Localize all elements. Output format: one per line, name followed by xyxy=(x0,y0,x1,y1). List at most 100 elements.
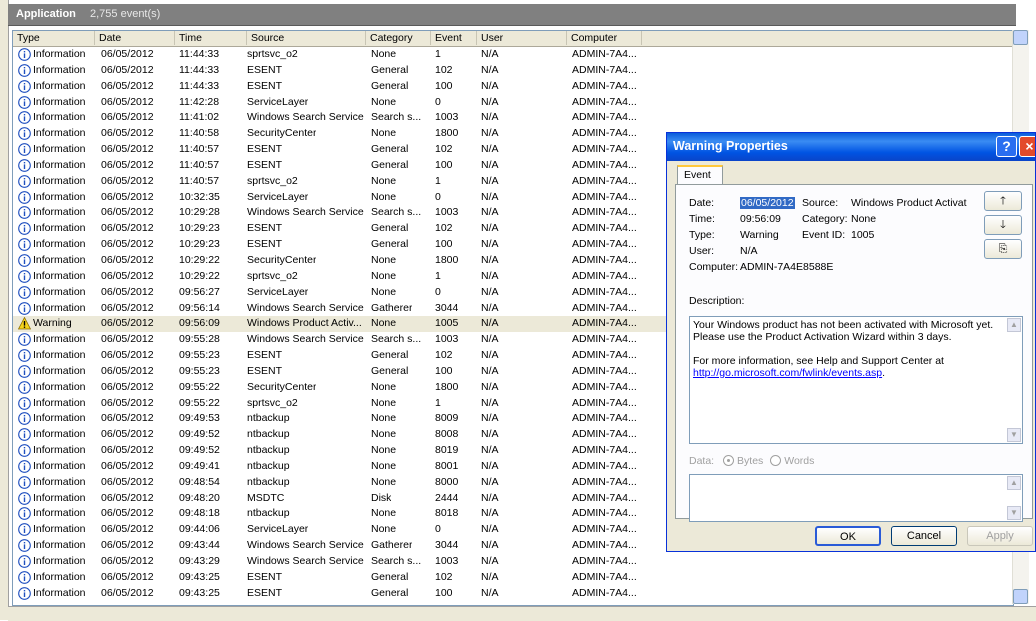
cell-date: 06/05/2012 xyxy=(101,269,154,282)
info-icon xyxy=(18,190,31,204)
apply-button[interactable]: Apply xyxy=(967,526,1033,546)
event-row[interactable]: Information 06/05/2012 09:43:29 Windows Sea… xyxy=(13,554,1013,570)
cell-event: 8009 xyxy=(435,412,459,425)
cell-category: Search s... xyxy=(371,111,422,124)
column-user[interactable]: User xyxy=(477,31,567,45)
cell-source: ServiceLayer xyxy=(247,285,309,298)
cell-user: N/A xyxy=(481,570,499,583)
cell-time: 09:43:44 xyxy=(179,539,220,552)
column-source[interactable]: Source xyxy=(247,31,366,45)
warning-properties-dialog: Warning Properties ? × Event Date: 06/05… xyxy=(666,132,1036,552)
info-icon xyxy=(18,238,31,251)
cell-source: ServiceLayer xyxy=(247,523,309,536)
cell-date: 06/05/2012 xyxy=(101,333,154,346)
next-event-button[interactable]: 🡓 xyxy=(984,215,1022,235)
cell-computer: ADMIN-7A4... xyxy=(572,317,637,330)
cell-category: General xyxy=(371,79,409,92)
bytes-radio[interactable]: Bytes xyxy=(723,455,763,467)
help-link[interactable]: http://go.microsoft.com/fwlink/events.as… xyxy=(693,367,882,379)
cell-computer: ADMIN-7A4... xyxy=(572,79,637,92)
cell-user: N/A xyxy=(481,428,499,441)
cell-user: N/A xyxy=(481,459,499,472)
scroll-down-button[interactable] xyxy=(1013,589,1028,604)
cell-event: 1800 xyxy=(435,380,459,393)
dialog-titlebar[interactable]: Warning Properties ? × xyxy=(667,133,1035,161)
scroll-up-button[interactable] xyxy=(1013,30,1028,45)
data-scroll-down[interactable]: ▼ xyxy=(1007,506,1021,520)
close-button[interactable]: × xyxy=(1019,136,1035,157)
cell-computer: ADMIN-7A4... xyxy=(572,95,637,108)
column-type[interactable]: Type xyxy=(13,31,95,45)
description-label: Description: xyxy=(689,295,745,307)
description-box[interactable]: Your Windows product has not been activa… xyxy=(689,316,1023,444)
cell-date: 06/05/2012 xyxy=(101,412,154,425)
help-button[interactable]: ? xyxy=(996,136,1017,157)
cell-source: sprtsvc_o2 xyxy=(247,396,298,409)
cell-source: ntbackup xyxy=(247,412,290,425)
event-row[interactable]: Information 06/05/2012 09:43:25 ESENT Genera… xyxy=(13,586,1013,602)
arrow-down-icon: 🡓 xyxy=(1000,219,1006,231)
cell-category: General xyxy=(371,364,409,377)
cell-event: 8001 xyxy=(435,459,459,472)
cell-category: None xyxy=(371,253,397,266)
tab-event[interactable]: Event xyxy=(677,165,723,185)
cell-source: ESENT xyxy=(247,222,283,235)
event-row[interactable]: Information 06/05/2012 11:41:02 Windows Sea… xyxy=(13,110,1013,126)
cell-computer: ADMIN-7A4... xyxy=(572,222,637,235)
cell-user: N/A xyxy=(481,586,499,599)
column-date[interactable]: Date xyxy=(95,31,175,45)
cancel-button[interactable]: Cancel xyxy=(891,526,957,546)
ok-button[interactable]: OK xyxy=(815,526,881,546)
cell-source: ESENT xyxy=(247,349,283,362)
cell-user: N/A xyxy=(481,127,499,140)
date-value[interactable]: 06/05/2012 xyxy=(740,197,795,209)
event-row[interactable]: Information 06/05/2012 11:44:33 ESENT Genera… xyxy=(13,63,1013,79)
cell-user: N/A xyxy=(481,269,499,282)
cell-time: 09:56:09 xyxy=(179,317,220,330)
column-computer[interactable]: Computer xyxy=(567,31,642,45)
previous-event-button[interactable]: 🡑 xyxy=(984,191,1022,211)
column-category[interactable]: Category xyxy=(366,31,431,45)
event-row[interactable]: Information 06/05/2012 11:44:33 sprtsvc_o2 N… xyxy=(13,47,1013,63)
cell-date: 06/05/2012 xyxy=(101,396,154,409)
user-label: User: xyxy=(689,245,715,257)
info-icon xyxy=(18,63,31,77)
copy-event-button[interactable]: ⎘ xyxy=(984,239,1022,259)
cell-category: General xyxy=(371,143,409,156)
info-icon xyxy=(18,491,31,505)
cell-user: N/A xyxy=(481,301,499,314)
cell-source: sprtsvc_o2 xyxy=(247,174,298,187)
type-value: Warning xyxy=(740,229,779,241)
description-scroll-up[interactable]: ▲ xyxy=(1007,318,1021,332)
data-box[interactable]: ▲ ▼ xyxy=(689,474,1023,522)
column-time[interactable]: Time xyxy=(175,31,247,45)
arrow-up-icon: 🡑 xyxy=(1000,195,1006,207)
cell-computer: ADMIN-7A4... xyxy=(572,349,637,362)
cell-category: None xyxy=(371,174,397,187)
cell-category: None xyxy=(371,380,397,393)
description-scroll-down[interactable]: ▼ xyxy=(1007,428,1021,442)
event-row[interactable]: Information 06/05/2012 11:42:28 ServiceLaye… xyxy=(13,95,1013,111)
cell-type: Information xyxy=(33,190,86,203)
cell-category: None xyxy=(371,127,397,140)
cell-type: Information xyxy=(33,48,86,60)
cell-computer: ADMIN-7A4... xyxy=(572,333,637,346)
cell-category: None xyxy=(371,412,397,425)
words-radio[interactable]: Words xyxy=(770,455,814,467)
event-row[interactable]: Information 06/05/2012 11:44:33 ESENT Genera… xyxy=(13,79,1013,95)
cell-source: ntbackup xyxy=(247,475,290,488)
cell-category: Disk xyxy=(371,491,392,504)
cell-source: ESENT xyxy=(247,238,283,251)
cell-event: 102 xyxy=(435,222,453,235)
data-scroll-up[interactable]: ▲ xyxy=(1007,476,1021,490)
cell-computer: ADMIN-7A4... xyxy=(572,285,637,298)
cell-computer: ADMIN-7A4... xyxy=(572,555,637,567)
cell-computer: ADMIN-7A4... xyxy=(572,63,637,76)
event-row[interactable]: Information 06/05/2012 09:43:25 ESENT Genera… xyxy=(13,570,1013,586)
cell-time: 11:44:33 xyxy=(179,63,220,76)
cell-date: 06/05/2012 xyxy=(101,539,154,552)
column-event[interactable]: Event xyxy=(431,31,477,45)
cell-date: 06/05/2012 xyxy=(101,222,154,235)
cell-computer: ADMIN-7A4... xyxy=(572,143,637,156)
cell-category: Gatherer xyxy=(371,539,413,552)
